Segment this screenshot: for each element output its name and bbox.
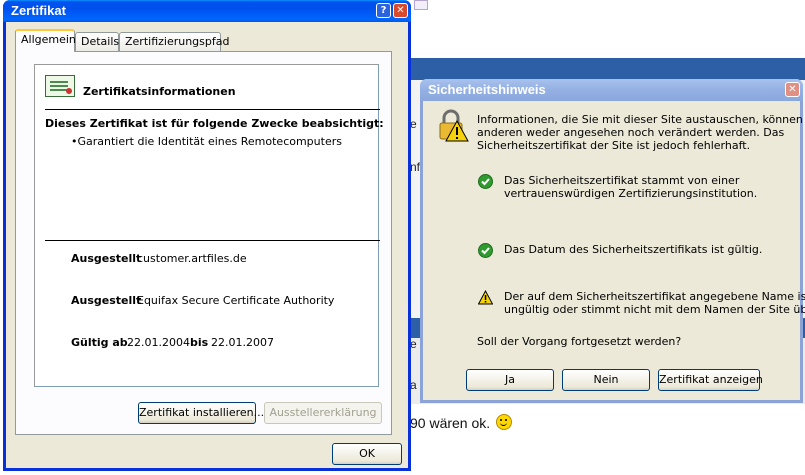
- forum-post-text-content: 90 wären ok.: [410, 415, 491, 431]
- purpose-heading: Dieses Zertifikat ist für folgende Zweck…: [45, 117, 384, 130]
- ok-button[interactable]: OK: [332, 443, 402, 465]
- security-intro-text: Informationen, die Sie mit dieser Site a…: [477, 113, 805, 152]
- continue-question: Soll der Vorgang fortgesetzt werden?: [477, 335, 682, 348]
- check-line: Der auf dem Sicherheitszertifikat angege…: [504, 290, 805, 303]
- certificate-window-title: Zertifikat: [11, 3, 66, 18]
- smiley-icon: [496, 414, 513, 430]
- page-top-area: [410, 0, 805, 58]
- close-button[interactable]: ✕: [785, 82, 800, 97]
- view-certificate-button[interactable]: Zertifikat anzeigen: [658, 369, 763, 391]
- check-name-mismatch: Der auf dem Sicherheitszertifikat angege…: [504, 290, 805, 316]
- check-line: Das Datum des Sicherheitszertifikats ist…: [504, 243, 763, 256]
- check-ok-icon: [478, 174, 493, 189]
- issued-by-value: Equifax Secure Certificate Authority: [137, 294, 335, 307]
- valid-to-label: bis: [190, 336, 209, 349]
- check-ok-icon: [478, 243, 493, 258]
- issued-to-label: Ausgestellt: [71, 252, 142, 265]
- page-text-fragment: e: [410, 337, 417, 351]
- yes-button[interactable]: Ja: [466, 369, 554, 391]
- security-alert-dialog: Sicherheitshinweis ✕ Informationen, die …: [420, 79, 805, 403]
- certificate-icon: [45, 75, 75, 97]
- intro-line: anderen weder angesehen noch verändert w…: [477, 126, 785, 139]
- certificate-info-box: Zertifikatsinformationen Dieses Zertifik…: [34, 64, 384, 387]
- warning-icon: [478, 290, 493, 305]
- purpose-item: •Garantiert die Identität eines Remoteco…: [71, 135, 342, 148]
- valid-from-value: 22.01.2004: [127, 336, 190, 349]
- broken-image-icon: [414, 0, 428, 10]
- page-text-fragment: nf: [410, 160, 421, 174]
- forum-post-text: 90 wären ok.: [410, 414, 513, 431]
- close-button[interactable]: ✕: [393, 3, 408, 18]
- tab-zertifizierungspfad[interactable]: Zertifizierungspfad: [119, 32, 229, 51]
- divider: [45, 109, 380, 110]
- tab-allgemein[interactable]: Allgemein: [15, 29, 76, 52]
- tab-panel-allgemein: Zertifikatsinformationen Dieses Zertifik…: [15, 51, 392, 435]
- lock-warning-icon: [439, 109, 469, 142]
- check-line: vertrauenswürdigen Zertifizierungsinstit…: [504, 187, 758, 200]
- intro-line: Sicherheitszertifikat der Site ist jedoc…: [477, 139, 751, 152]
- help-button[interactable]: ?: [376, 3, 391, 18]
- check-line: ungültig oder stimmt nicht mit dem Namen…: [504, 303, 805, 316]
- check-trusted-ca: Das Sicherheitszertifikat stammt von ein…: [504, 174, 757, 200]
- page-text-fragment: e: [410, 117, 417, 131]
- intro-line: Informationen, die Sie mit dieser Site a…: [477, 113, 805, 126]
- page-text-fragment: a: [410, 378, 417, 392]
- check-date-valid: Das Datum des Sicherheitszertifikats ist…: [504, 243, 762, 256]
- valid-to-value: 22.01.2007: [211, 336, 274, 349]
- tab-details[interactable]: Details: [75, 32, 119, 51]
- no-button[interactable]: Nein: [562, 369, 650, 391]
- issuer-statement-button[interactable]: Ausstellererklärung: [264, 402, 382, 424]
- install-certificate-button[interactable]: Zertifikat installieren...: [138, 402, 264, 424]
- certificate-window: Zertifikat ? ✕ Allgemein Details Zertifi…: [3, 0, 411, 471]
- security-dialog-title: Sicherheitshinweis: [428, 82, 546, 97]
- page-header-bar: [410, 58, 805, 80]
- issued-to-value: customer.artfiles.de: [137, 252, 247, 265]
- certificate-window-titlebar[interactable]: Zertifikat ? ✕: [3, 0, 411, 22]
- divider: [45, 240, 380, 241]
- check-line: Das Sicherheitszertifikat stammt von ein…: [504, 174, 740, 187]
- info-title: Zertifikatsinformationen: [83, 85, 236, 98]
- issued-by-label: Ausgestellt: [71, 294, 142, 307]
- security-dialog-titlebar[interactable]: Sicherheitshinweis ✕: [420, 79, 803, 101]
- valid-from-label: Gültig ab: [71, 336, 128, 349]
